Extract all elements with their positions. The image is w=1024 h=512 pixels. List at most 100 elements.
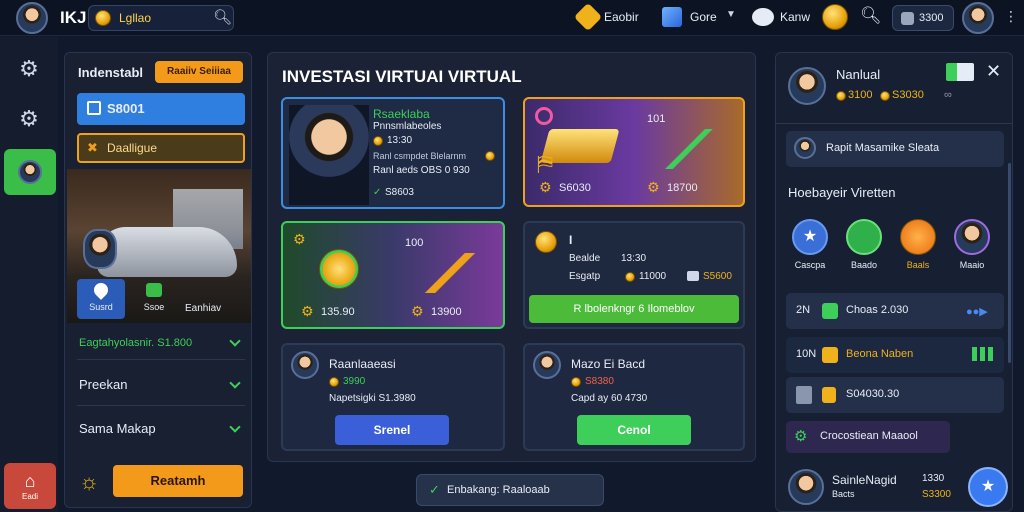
alt-button[interactable]: ✖ Daalligue: [77, 133, 245, 163]
profile-line: Ranl csmpdet Blelarnm: [373, 151, 467, 161]
section-title: Hoebayeir Viretten: [788, 185, 896, 200]
gear-icon: ⚙︎: [794, 428, 808, 445]
list-row-2[interactable]: S04030.30: [786, 377, 1004, 413]
check-icon: ✓: [429, 482, 440, 497]
user-avatar[interactable]: [16, 2, 48, 34]
balance-box[interactable]: 3300: [892, 5, 954, 31]
quick-label-0: Cascpa: [794, 260, 826, 270]
avatar-icon: [954, 219, 990, 255]
nav-item-0[interactable]: Eaobir: [604, 10, 639, 24]
menu-item-0[interactable]: Preekan: [79, 377, 127, 392]
nav-item-2[interactable]: Kanw: [780, 10, 810, 24]
wallet-line1-label: Bealde: [569, 253, 601, 264]
invest-1-button[interactable]: Srenel: [335, 415, 449, 445]
avatar-icon: [18, 160, 42, 184]
gear-icon: ⚙︎: [301, 303, 314, 319]
profile-card[interactable]: Rsaeklaba Pnnsmlabeoles 13:30 Ranl csmpd…: [281, 97, 505, 209]
quick-action-1[interactable]: Baado: [842, 219, 886, 273]
row-0-prefix: 2N: [796, 304, 811, 316]
app-logo: IKJ: [60, 8, 87, 27]
investor-portrait: [289, 105, 369, 205]
chat-icon: [752, 8, 774, 26]
agent-avatar: [83, 229, 117, 269]
quick-action-3[interactable]: Maaio: [950, 219, 994, 273]
rail-settings-button[interactable]: ⚙︎: [6, 49, 52, 89]
menu-icon[interactable]: ⋮: [1004, 8, 1018, 25]
chevron-down-icon[interactable]: [229, 377, 241, 389]
link-icon: ∞: [944, 89, 952, 101]
tab-1[interactable]: Ssoe: [129, 279, 179, 319]
nav-item-1[interactable]: Gore: [690, 10, 717, 24]
rail-options-button[interactable]: ⚙︎: [6, 99, 52, 139]
box-icon: [822, 387, 836, 403]
tab-0-label: Susrd: [89, 302, 113, 312]
search-bar[interactable]: Lgllao 🔍︎: [88, 5, 234, 31]
coin-icon[interactable]: [822, 4, 848, 30]
badge-button[interactable]: Raaiiv Seiiiaa: [155, 61, 243, 83]
profile-coin-value: 13:30: [387, 135, 413, 146]
chip[interactable]: ⚙︎ Crocostiean Maaool: [786, 421, 950, 453]
chat-icon: [146, 283, 162, 297]
rail-profile-button[interactable]: [4, 149, 56, 195]
invest-2-coin: S8380: [585, 376, 614, 387]
close-icon[interactable]: ✕: [986, 61, 1001, 82]
balance-value: 3300: [919, 12, 944, 24]
chevron-down-icon[interactable]: [229, 335, 241, 347]
wallet-line2-value: 11000: [639, 271, 667, 282]
big-coin-image: [319, 249, 359, 289]
coins-icon: [687, 271, 699, 281]
quick-label-1: Baado: [850, 260, 878, 270]
profile-avatar[interactable]: [962, 2, 994, 34]
chevron-down-icon[interactable]: [229, 421, 241, 433]
bottom-user-name: SainleNagid: [832, 473, 897, 487]
status-pill[interactable]: ✓ Enbakang: Raaloaab: [416, 474, 604, 506]
coin-icon: [880, 91, 890, 101]
stat-line: Eagtahyolasnir. S1.800: [79, 337, 193, 349]
search-icon[interactable]: 🔍︎: [860, 6, 882, 26]
star-icon: ★: [792, 219, 828, 255]
wallet-action-button[interactable]: R lbolenkngr 6 Ilomeblov: [529, 295, 739, 323]
fab-button[interactable]: ★: [968, 467, 1008, 507]
list-row-0[interactable]: 2N Choas 2.030 ●●▶: [786, 293, 1004, 329]
panel-title: Indenstabl: [78, 65, 144, 80]
menu-item-1[interactable]: Sama Makap: [79, 421, 156, 436]
coin-left-value: 135.90: [321, 306, 355, 318]
status-pill-text: Enbakang: Raaloaab: [447, 484, 550, 496]
list-row-1[interactable]: 10N Beona Naben: [786, 337, 1004, 373]
tab-2[interactable]: Eanhiav: [185, 303, 221, 314]
chip-icon: [901, 12, 914, 25]
gear-icon: ⚙︎: [647, 179, 660, 195]
gold-left-value: S6030: [559, 182, 591, 194]
user-value: S3030: [892, 89, 924, 101]
coin-card[interactable]: ⚙︎ 100 ⚙︎ 135.90 ⚙︎ 13900: [281, 221, 505, 329]
invest-2-line: Capd ay 60 4730: [571, 393, 648, 404]
coin-icon: [571, 377, 581, 387]
gold-card[interactable]: ⛿ 101 ⚙︎ S6030 ⚙︎ 18700: [523, 97, 745, 207]
invest-2-button[interactable]: Cenol: [577, 415, 691, 445]
rail-home-button[interactable]: ⌂ Eadi: [4, 463, 56, 509]
home-icon: ⌂: [24, 471, 36, 491]
gear-icon: ⚙︎: [19, 56, 39, 81]
notice-avatar: [794, 137, 816, 159]
invest-card-2: Mazo Ei Bacd S8380 Capd ay 60 4730 Cenol: [523, 343, 745, 451]
divider: [77, 359, 245, 360]
action-button[interactable]: Reatamh: [113, 465, 243, 497]
box-icon: [822, 347, 838, 363]
quick-action-0[interactable]: ★ Cascpa: [788, 219, 832, 273]
chevron-down-icon[interactable]: ▼: [726, 9, 736, 20]
notice-row[interactable]: Rapit Masamike Sleata: [786, 131, 1004, 167]
quick-action-2[interactable]: Baals: [896, 219, 940, 273]
target-icon: [535, 107, 553, 125]
quick-label-2: Baals: [906, 260, 930, 270]
header-divider: [776, 123, 1012, 124]
scrollbar[interactable]: [1008, 163, 1011, 363]
trophy-icon: ⛿: [537, 151, 553, 176]
doc-icon: [796, 386, 812, 404]
flag-icon: [946, 63, 974, 81]
search-icon[interactable]: 🔍︎: [213, 8, 232, 26]
tab-0[interactable]: Susrd: [77, 279, 125, 319]
row-2-text: S04030.30: [846, 388, 900, 400]
value-button[interactable]: S8001: [77, 93, 245, 125]
investor-avatar: [533, 351, 561, 379]
top-bar: IKJ Lgllao 🔍︎ Eaobir Gore ▼ Kanw 🔍︎ 3300…: [0, 0, 1024, 36]
